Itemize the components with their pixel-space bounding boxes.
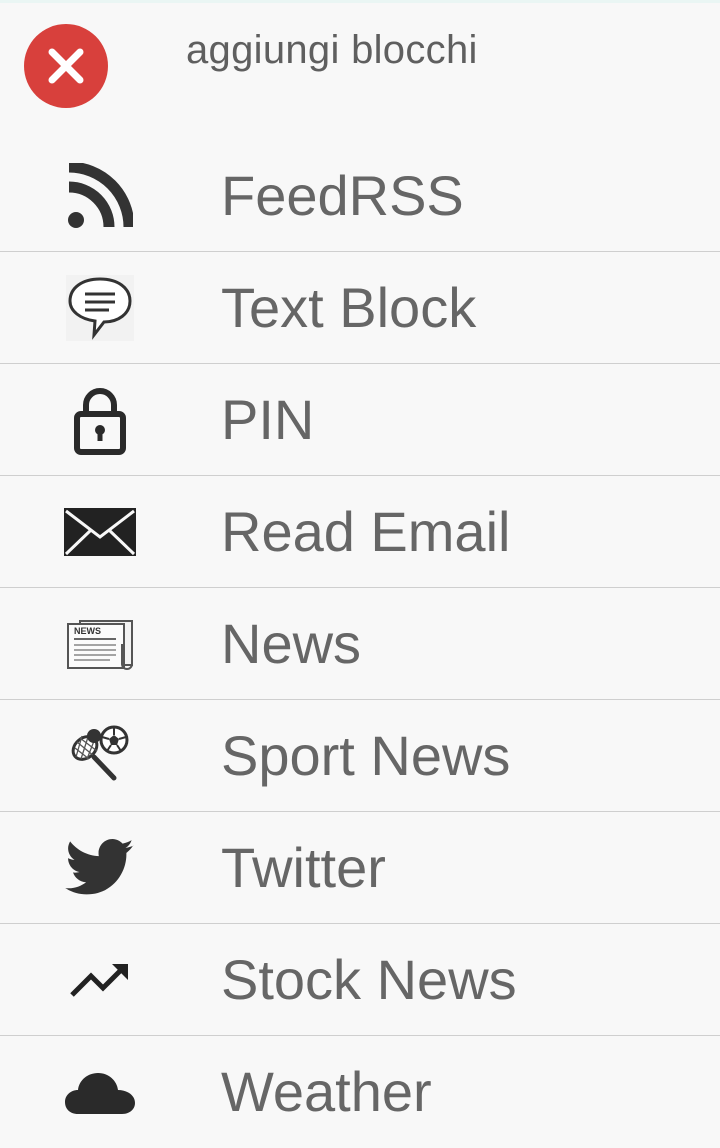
list-item-label: Stock News — [221, 948, 517, 1011]
speech-bubble-icon — [60, 274, 140, 342]
envelope-icon — [60, 498, 140, 566]
header: aggiungi blocchi — [0, 0, 720, 140]
list-item-label: Twitter — [221, 836, 386, 899]
list-item-pin[interactable]: PIN — [0, 364, 720, 476]
cloud-icon — [60, 1058, 140, 1126]
list-item-label: Text Block — [221, 276, 477, 339]
close-button[interactable] — [24, 24, 108, 108]
list-item-twitter[interactable]: Twitter — [0, 812, 720, 924]
newspaper-icon-text: NEWS — [74, 626, 101, 636]
list-item-sport-news[interactable]: Sport News — [0, 700, 720, 812]
list-item-label: Read Email — [221, 500, 511, 563]
block-list: FeedRSS Text Block PIN Read Email NEWS N… — [0, 140, 720, 1148]
trending-up-icon — [60, 946, 140, 1014]
close-icon — [48, 48, 84, 84]
list-item-label: FeedRSS — [221, 164, 464, 227]
list-item-read-email[interactable]: Read Email — [0, 476, 720, 588]
page-title: aggiungi blocchi — [186, 28, 478, 72]
list-item-label: Sport News — [221, 724, 511, 787]
rss-icon — [60, 162, 140, 230]
list-item-stock-news[interactable]: Stock News — [0, 924, 720, 1036]
list-item-news[interactable]: NEWS News — [0, 588, 720, 700]
list-item-weather[interactable]: Weather — [0, 1036, 720, 1148]
lock-icon — [60, 386, 140, 455]
twitter-bird-icon — [60, 834, 140, 902]
sports-balls-icon — [60, 722, 140, 790]
list-item-feedrss[interactable]: FeedRSS — [0, 140, 720, 252]
newspaper-icon: NEWS — [60, 610, 140, 678]
list-item-label: PIN — [221, 388, 315, 451]
list-item-label: News — [221, 612, 362, 675]
list-item-text-block[interactable]: Text Block — [0, 252, 720, 364]
list-item-label: Weather — [221, 1060, 432, 1123]
